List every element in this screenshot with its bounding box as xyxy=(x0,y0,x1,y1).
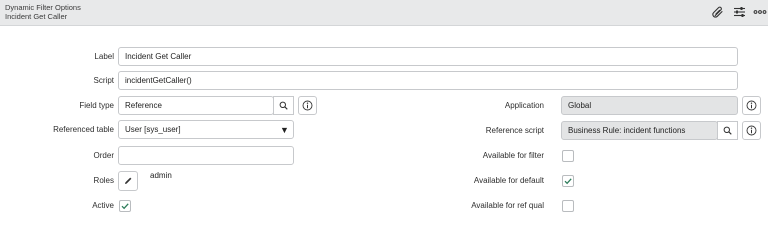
search-icon xyxy=(279,101,288,110)
info-icon xyxy=(302,100,313,111)
script-input[interactable]: incidentGetCaller() xyxy=(118,71,738,90)
available-for-default-checkbox[interactable] xyxy=(562,175,574,187)
more-options-icon[interactable] xyxy=(752,4,768,20)
reference-script-label: Reference script xyxy=(485,126,544,135)
info-icon xyxy=(746,125,757,136)
available-for-ref-qual-checkbox[interactable] xyxy=(562,200,574,212)
application-field: Global xyxy=(561,96,738,115)
order-input[interactable] xyxy=(118,146,294,165)
form-title: Dynamic Filter Options xyxy=(5,3,81,12)
field-type-input[interactable]: Reference xyxy=(118,96,274,115)
application-info-button[interactable] xyxy=(742,96,761,115)
record-name: Incident Get Caller xyxy=(5,12,68,21)
active-label: Active xyxy=(92,201,114,210)
roles-edit-button[interactable] xyxy=(118,171,138,191)
checkmark-icon xyxy=(121,203,129,210)
available-for-default-label: Available for default xyxy=(473,176,544,185)
label-input[interactable]: Incident Get Caller xyxy=(118,47,738,66)
chevron-down-icon: ▼ xyxy=(280,125,289,135)
reference-script-field: Business Rule: incident functions xyxy=(561,121,718,140)
order-label: Order xyxy=(93,151,114,160)
roles-value: admin xyxy=(150,171,172,180)
available-for-filter-label: Available for filter xyxy=(482,151,544,160)
label-field-label: Label xyxy=(94,52,114,61)
reference-script-lookup-button[interactable] xyxy=(717,121,738,140)
field-type-label: Field type xyxy=(79,101,114,110)
field-type-lookup-button[interactable] xyxy=(273,96,294,115)
referenced-table-label: Referenced table xyxy=(53,125,114,134)
script-field-label: Script xyxy=(93,76,114,85)
available-for-ref-qual-label: Available for ref qual xyxy=(471,201,544,210)
paperclip-icon[interactable] xyxy=(710,4,726,20)
active-checkbox[interactable] xyxy=(119,200,131,212)
reference-script-info-button[interactable] xyxy=(742,121,761,140)
form-header: Dynamic Filter Options Incident Get Call… xyxy=(0,0,768,26)
available-for-filter-checkbox[interactable] xyxy=(562,150,574,162)
roles-label: Roles xyxy=(93,176,114,185)
search-icon xyxy=(723,126,732,135)
field-type-info-button[interactable] xyxy=(298,96,317,115)
checkmark-icon xyxy=(564,178,572,185)
settings-sliders-icon[interactable] xyxy=(731,4,747,20)
referenced-table-select[interactable]: User [sys_user] xyxy=(118,120,294,139)
application-label: Application xyxy=(504,101,544,110)
pencil-icon xyxy=(125,177,132,184)
info-icon xyxy=(746,100,757,111)
